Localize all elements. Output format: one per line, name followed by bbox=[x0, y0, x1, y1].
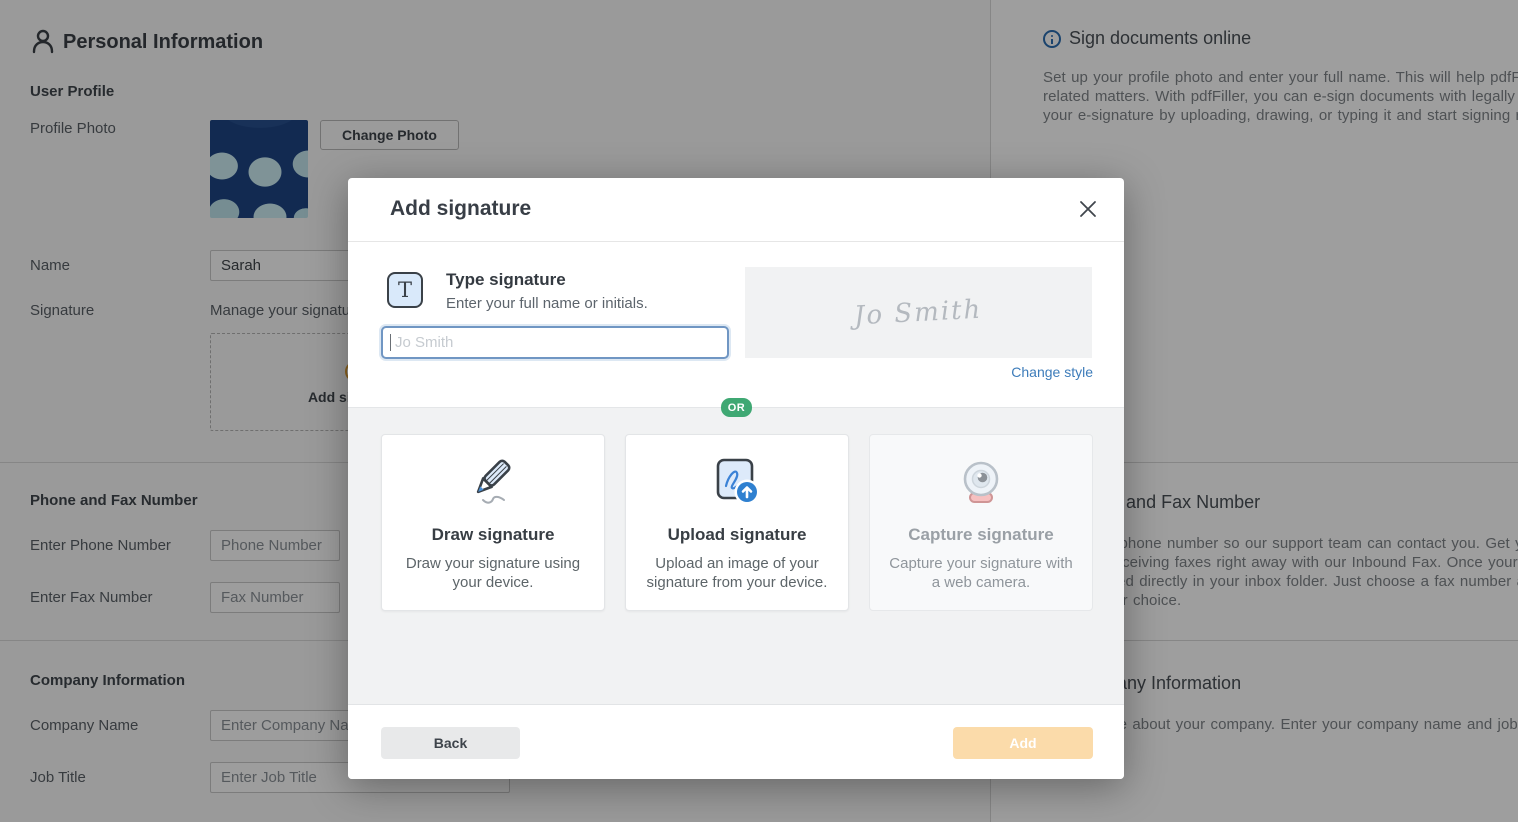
modal-header: Add signature bbox=[348, 178, 1124, 242]
text-caret bbox=[390, 334, 391, 351]
add-button[interactable]: Add bbox=[953, 727, 1093, 759]
signature-methods-section: OR Draw signature Draw your signature us… bbox=[348, 407, 1124, 705]
webcam-icon bbox=[954, 453, 1008, 511]
add-signature-modal: Add signature T Type signature Enter you… bbox=[348, 178, 1124, 779]
pencil-icon bbox=[466, 453, 520, 511]
close-icon[interactable] bbox=[1078, 200, 1098, 220]
upload-signature-card[interactable]: Upload signature Upload an image of your… bbox=[625, 434, 849, 611]
type-signature-title: Type signature bbox=[446, 270, 566, 290]
card-title: Capture signature bbox=[908, 525, 1053, 545]
signature-preview-text: Jo Smith bbox=[854, 294, 984, 331]
card-title: Upload signature bbox=[668, 525, 807, 545]
type-signature-subtitle: Enter your full name or initials. bbox=[446, 295, 648, 312]
card-description: Draw your signature using your device. bbox=[406, 554, 580, 592]
back-button[interactable]: Back bbox=[381, 727, 520, 759]
or-badge: OR bbox=[721, 398, 752, 417]
upload-signature-icon bbox=[710, 453, 764, 511]
card-description: Capture your signature with a web camera… bbox=[889, 554, 1072, 592]
draw-signature-card[interactable]: Draw signature Draw your signature using… bbox=[381, 434, 605, 611]
capture-signature-card: Capture signature Capture your signature… bbox=[869, 434, 1093, 611]
modal-footer: Back Add bbox=[348, 705, 1124, 779]
type-text-icon: T bbox=[387, 272, 423, 308]
signature-preview: Jo Smith bbox=[745, 267, 1092, 358]
signature-text-input[interactable] bbox=[381, 326, 729, 359]
modal-title: Add signature bbox=[390, 197, 531, 221]
change-style-link[interactable]: Change style bbox=[1011, 364, 1093, 380]
card-title: Draw signature bbox=[432, 525, 555, 545]
card-description: Upload an image of your signature from y… bbox=[647, 554, 828, 592]
